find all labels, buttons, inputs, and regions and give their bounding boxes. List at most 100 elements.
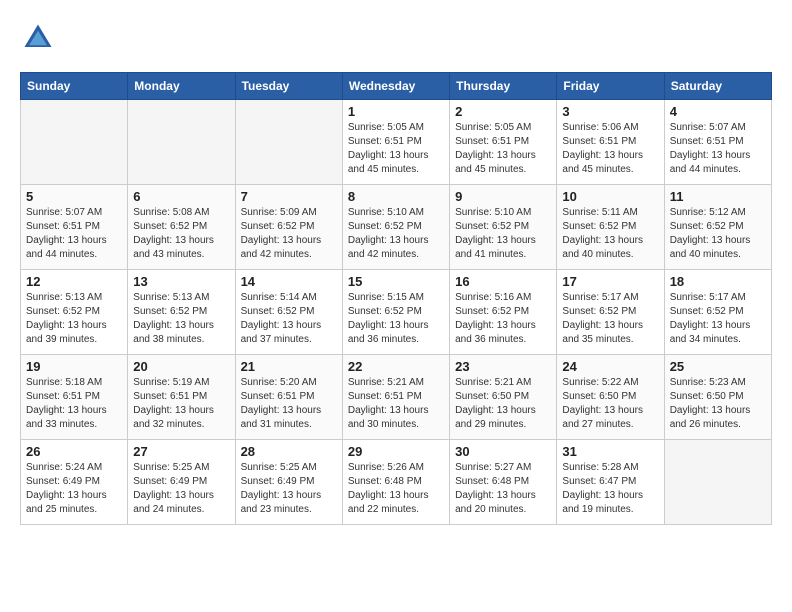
day-number: 30 <box>455 444 551 459</box>
day-number: 26 <box>26 444 122 459</box>
cell-info: Sunrise: 5:17 AM Sunset: 6:52 PM Dayligh… <box>670 291 766 347</box>
calendar-cell <box>235 100 342 185</box>
calendar-cell: 11Sunrise: 5:12 AM Sunset: 6:52 PM Dayli… <box>664 185 771 270</box>
day-number: 27 <box>133 444 229 459</box>
calendar-cell: 31 Sunrise: 5:28 AM Sunset: 6:47 PM Dayli… <box>557 440 664 525</box>
cell-info: Sunrise: 5:25 AM Sunset: 6:49 PM Dayligh… <box>133 461 229 517</box>
cell-info: Sunrise: 5:21 AM Sunset: 6:50 PM Dayligh… <box>455 376 551 432</box>
calendar-cell <box>21 100 128 185</box>
calendar-cell: 15 Sunrise: 5:15 AM Sunset: 6:52 PM Dayli… <box>342 270 449 355</box>
day-number: 7 <box>241 189 337 204</box>
header-row: SundayMondayTuesdayWednesdayThursdayFrid… <box>21 73 772 100</box>
calendar-cell: 27 Sunrise: 5:25 AM Sunset: 6:49 PM Dayli… <box>128 440 235 525</box>
cell-info: Sunrise: 5:05 AM Sunset: 6:51 PM Dayligh… <box>348 121 444 177</box>
day-number: 4 <box>670 104 766 119</box>
day-number: 6 <box>133 189 229 204</box>
week-row-4: 19 Sunrise: 5:18 AM Sunset: 6:51 PM Dayli… <box>21 355 772 440</box>
day-header-sunday: Sunday <box>21 73 128 100</box>
day-number: 19 <box>26 359 122 374</box>
calendar-cell: 29 Sunrise: 5:26 AM Sunset: 6:48 PM Dayli… <box>342 440 449 525</box>
day-number: 17 <box>562 274 658 289</box>
day-header-friday: Friday <box>557 73 664 100</box>
calendar-cell: 1 Sunrise: 5:05 AM Sunset: 6:51 PM Daylig… <box>342 100 449 185</box>
cell-info: Sunrise: 5:15 AM Sunset: 6:52 PM Dayligh… <box>348 291 444 347</box>
calendar-cell: 17 Sunrise: 5:17 AM Sunset: 6:52 PM Dayli… <box>557 270 664 355</box>
calendar-cell: 3 Sunrise: 5:06 AM Sunset: 6:51 PM Daylig… <box>557 100 664 185</box>
calendar-cell: 23Sunrise: 5:21 AM Sunset: 6:50 PM Dayli… <box>450 355 557 440</box>
cell-info: Sunrise: 5:13 AM Sunset: 6:52 PM Dayligh… <box>133 291 229 347</box>
cell-info: Sunrise: 5:20 AM Sunset: 6:51 PM Dayligh… <box>241 376 337 432</box>
day-number: 13 <box>133 274 229 289</box>
calendar-cell: 6 Sunrise: 5:08 AM Sunset: 6:52 PM Daylig… <box>128 185 235 270</box>
day-number: 3 <box>562 104 658 119</box>
day-header-tuesday: Tuesday <box>235 73 342 100</box>
cell-info: Sunrise: 5:27 AM Sunset: 6:48 PM Dayligh… <box>455 461 551 517</box>
calendar-cell <box>128 100 235 185</box>
cell-info: Sunrise: 5:16 AM Sunset: 6:52 PM Dayligh… <box>455 291 551 347</box>
cell-info: Sunrise: 5:26 AM Sunset: 6:48 PM Dayligh… <box>348 461 444 517</box>
cell-info: Sunrise: 5:18 AM Sunset: 6:51 PM Dayligh… <box>26 376 122 432</box>
day-number: 31 <box>562 444 658 459</box>
page-header <box>20 20 772 56</box>
cell-info: Sunrise: 5:14 AM Sunset: 6:52 PM Dayligh… <box>241 291 337 347</box>
cell-info: Sunrise: 5:17 AM Sunset: 6:52 PM Dayligh… <box>562 291 658 347</box>
day-number: 1 <box>348 104 444 119</box>
cell-info: Sunrise: 5:09 AM Sunset: 6:52 PM Dayligh… <box>241 206 337 262</box>
week-row-1: 1 Sunrise: 5:05 AM Sunset: 6:51 PM Daylig… <box>21 100 772 185</box>
day-header-wednesday: Wednesday <box>342 73 449 100</box>
day-number: 8 <box>348 189 444 204</box>
day-header-monday: Monday <box>128 73 235 100</box>
day-header-thursday: Thursday <box>450 73 557 100</box>
cell-info: Sunrise: 5:06 AM Sunset: 6:51 PM Dayligh… <box>562 121 658 177</box>
calendar-cell: 30 Sunrise: 5:27 AM Sunset: 6:48 PM Dayli… <box>450 440 557 525</box>
cell-info: Sunrise: 5:07 AM Sunset: 6:51 PM Dayligh… <box>670 121 766 177</box>
day-number: 25 <box>670 359 766 374</box>
week-row-5: 26 Sunrise: 5:24 AM Sunset: 6:49 PM Dayli… <box>21 440 772 525</box>
logo <box>20 20 60 56</box>
cell-info: Sunrise: 5:08 AM Sunset: 6:52 PM Dayligh… <box>133 206 229 262</box>
day-number: 9 <box>455 189 551 204</box>
calendar-cell: 26 Sunrise: 5:24 AM Sunset: 6:49 PM Dayli… <box>21 440 128 525</box>
calendar-cell: 2 Sunrise: 5:05 AM Sunset: 6:51 PM Daylig… <box>450 100 557 185</box>
calendar-cell <box>664 440 771 525</box>
cell-info: Sunrise: 5:11 AM Sunset: 6:52 PM Dayligh… <box>562 206 658 262</box>
day-number: 21 <box>241 359 337 374</box>
day-number: 20 <box>133 359 229 374</box>
cell-info: Sunrise: 5:24 AM Sunset: 6:49 PM Dayligh… <box>26 461 122 517</box>
day-number: 5 <box>26 189 122 204</box>
logo-icon <box>20 20 56 56</box>
week-row-2: 5 Sunrise: 5:07 AM Sunset: 6:51 PM Daylig… <box>21 185 772 270</box>
day-number: 16 <box>455 274 551 289</box>
day-number: 24 <box>562 359 658 374</box>
calendar-cell: 5 Sunrise: 5:07 AM Sunset: 6:51 PM Daylig… <box>21 185 128 270</box>
calendar-cell: 9 Sunrise: 5:10 AM Sunset: 6:52 PM Daylig… <box>450 185 557 270</box>
day-number: 2 <box>455 104 551 119</box>
calendar-cell: 14Sunrise: 5:14 AM Sunset: 6:52 PM Dayli… <box>235 270 342 355</box>
cell-info: Sunrise: 5:07 AM Sunset: 6:51 PM Dayligh… <box>26 206 122 262</box>
calendar-cell: 28 Sunrise: 5:25 AM Sunset: 6:49 PM Dayli… <box>235 440 342 525</box>
cell-info: Sunrise: 5:12 AM Sunset: 6:52 PM Dayligh… <box>670 206 766 262</box>
day-number: 29 <box>348 444 444 459</box>
day-number: 28 <box>241 444 337 459</box>
day-number: 18 <box>670 274 766 289</box>
calendar-cell: 7 Sunrise: 5:09 AM Sunset: 6:52 PM Daylig… <box>235 185 342 270</box>
calendar-cell: 22 Sunrise: 5:21 AM Sunset: 6:51 PM Dayli… <box>342 355 449 440</box>
day-number: 22 <box>348 359 444 374</box>
cell-info: Sunrise: 5:25 AM Sunset: 6:49 PM Dayligh… <box>241 461 337 517</box>
day-number: 12 <box>26 274 122 289</box>
cell-info: Sunrise: 5:10 AM Sunset: 6:52 PM Dayligh… <box>348 206 444 262</box>
cell-info: Sunrise: 5:23 AM Sunset: 6:50 PM Dayligh… <box>670 376 766 432</box>
calendar-table: SundayMondayTuesdayWednesdayThursdayFrid… <box>20 72 772 525</box>
cell-info: Sunrise: 5:19 AM Sunset: 6:51 PM Dayligh… <box>133 376 229 432</box>
cell-info: Sunrise: 5:10 AM Sunset: 6:52 PM Dayligh… <box>455 206 551 262</box>
calendar-cell: 8 Sunrise: 5:10 AM Sunset: 6:52 PM Daylig… <box>342 185 449 270</box>
cell-info: Sunrise: 5:21 AM Sunset: 6:51 PM Dayligh… <box>348 376 444 432</box>
calendar-cell: 13 Sunrise: 5:13 AM Sunset: 6:52 PM Dayli… <box>128 270 235 355</box>
cell-info: Sunrise: 5:05 AM Sunset: 6:51 PM Dayligh… <box>455 121 551 177</box>
calendar-cell: 4 Sunrise: 5:07 AM Sunset: 6:51 PM Daylig… <box>664 100 771 185</box>
cell-info: Sunrise: 5:22 AM Sunset: 6:50 PM Dayligh… <box>562 376 658 432</box>
calendar-cell: 24 Sunrise: 5:22 AM Sunset: 6:50 PM Dayli… <box>557 355 664 440</box>
calendar-cell: 10Sunrise: 5:11 AM Sunset: 6:52 PM Dayli… <box>557 185 664 270</box>
cell-info: Sunrise: 5:28 AM Sunset: 6:47 PM Dayligh… <box>562 461 658 517</box>
day-number: 15 <box>348 274 444 289</box>
